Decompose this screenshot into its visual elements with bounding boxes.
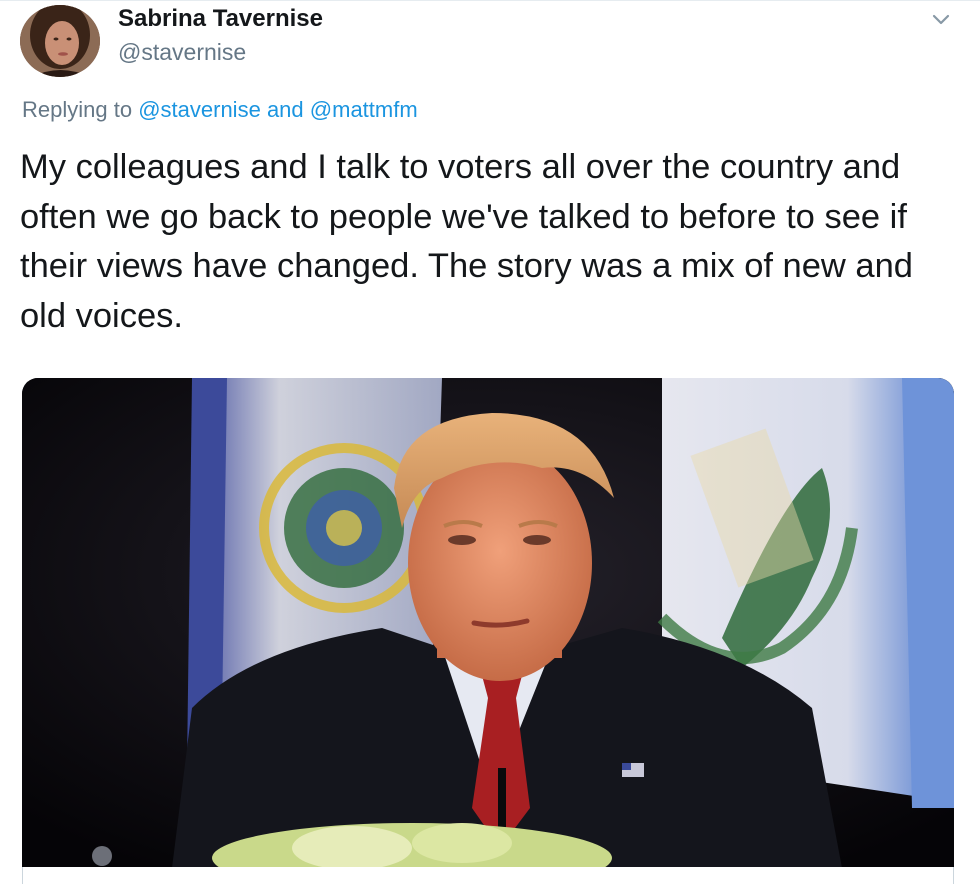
tweet-photo[interactable] (22, 378, 954, 868)
tweet: Sabrina Tavernise @stavernise Replying t… (0, 0, 980, 884)
author-handle[interactable]: @stavernise (118, 39, 246, 66)
mention-link[interactable]: @stavernise (138, 97, 261, 122)
replying-joiner: and (266, 97, 304, 122)
avatar-image (20, 5, 100, 77)
chevron-down-icon[interactable] (928, 9, 954, 31)
mention-link[interactable]: @mattmfm (310, 97, 418, 122)
card-footer (22, 867, 954, 884)
photo-image (22, 378, 954, 868)
replying-prefix: Replying to (22, 97, 133, 122)
avatar[interactable] (20, 5, 100, 77)
replying-to: Replying to @stavernise and @mattmfm (22, 97, 418, 123)
tweet-text: My colleagues and I talk to voters all o… (20, 148, 913, 335)
author-display-name[interactable]: Sabrina Tavernise (118, 5, 323, 33)
